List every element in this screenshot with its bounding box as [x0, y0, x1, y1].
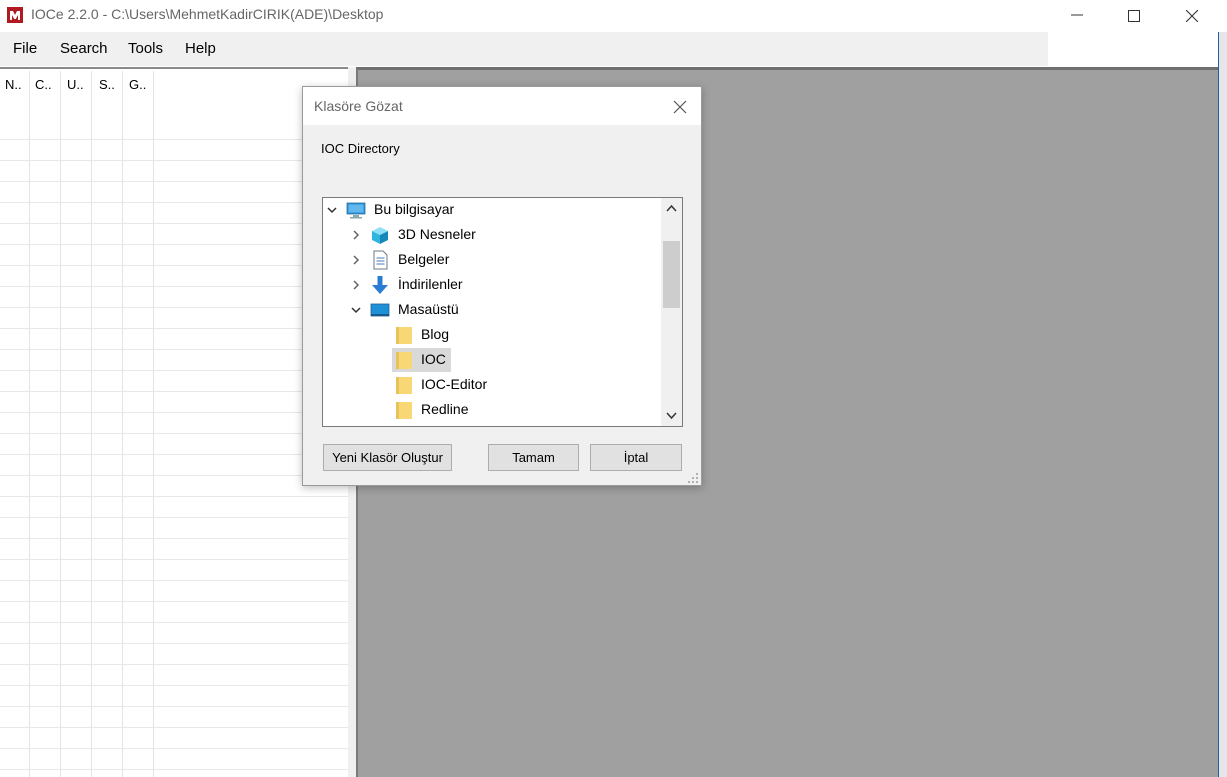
- ioce-logo-icon: [7, 7, 23, 23]
- tree-item-label: İndirilenler: [398, 276, 463, 292]
- chevron-right-icon[interactable]: [350, 229, 362, 241]
- menu-search[interactable]: Search: [60, 40, 108, 57]
- close-icon: [673, 100, 687, 114]
- column-header-s[interactable]: S..: [99, 77, 115, 92]
- column-header-n[interactable]: N..: [5, 77, 22, 92]
- menu-bar: File Search Tools Help: [0, 32, 1048, 66]
- tree-item-desktop[interactable]: Masaüstü: [323, 298, 661, 322]
- tree-scrollbar[interactable]: [661, 198, 682, 426]
- close-button[interactable]: [1163, 0, 1221, 32]
- chevron-right-icon[interactable]: [350, 254, 362, 266]
- minimize-button[interactable]: [1048, 0, 1106, 32]
- 3d-objects-icon: [372, 227, 388, 244]
- tree-item-label: Masaüstü: [398, 301, 459, 317]
- desktop-icon: [370, 303, 390, 317]
- tree-item-label: 3D Nesneler: [398, 226, 476, 242]
- column-header-c[interactable]: C..: [35, 77, 52, 92]
- tree-item-label: Belgeler: [398, 251, 450, 267]
- dialog-title-bar: Klasöre Gözat: [303, 87, 701, 125]
- menu-tools[interactable]: Tools: [128, 40, 163, 57]
- chevron-down-icon[interactable]: [350, 304, 362, 316]
- column-header-g[interactable]: G..: [129, 77, 146, 92]
- tree-item-label: IOC: [421, 351, 446, 367]
- window-edge: [1218, 32, 1227, 777]
- tree-item-label: Blog: [421, 326, 450, 342]
- maximize-button[interactable]: [1105, 0, 1163, 32]
- scroll-down-button[interactable]: [661, 405, 682, 426]
- ioc-list[interactable]: N.. C.. U.. S.. G..: [0, 67, 348, 777]
- menu-help[interactable]: Help: [185, 40, 216, 57]
- folder-icon: [396, 327, 412, 344]
- new-folder-button[interactable]: Yeni Klasör Oluştur: [323, 444, 452, 471]
- maximize-icon: [1128, 10, 1140, 22]
- browse-folder-dialog: Klasöre Gözat IOC Directory Bu bilgisaya…: [302, 86, 702, 486]
- dialog-description: IOC Directory: [321, 141, 400, 156]
- scroll-up-button[interactable]: [661, 198, 682, 219]
- tree-item-downloads[interactable]: İndirilenler: [323, 273, 661, 297]
- folder-tree[interactable]: Bu bilgisayar 3D Nesneler Belgeler İndir…: [322, 197, 683, 427]
- dialog-title: Klasöre Gözat: [314, 98, 403, 114]
- tree-item-ioc-editor[interactable]: IOC-Editor: [323, 373, 661, 397]
- list-rows: [0, 119, 348, 777]
- folder-icon: [396, 402, 412, 419]
- chevron-up-icon: [666, 204, 677, 212]
- close-icon: [1186, 10, 1198, 22]
- cancel-button[interactable]: İptal: [590, 444, 682, 471]
- menu-file[interactable]: File: [13, 40, 37, 57]
- tree-item-label: IOC-Editor: [421, 376, 488, 392]
- tree-item-documents[interactable]: Belgeler: [323, 248, 661, 272]
- chevron-down-icon: [666, 412, 677, 420]
- dialog-close-button[interactable]: [667, 95, 693, 119]
- chevron-down-icon[interactable]: [326, 204, 338, 216]
- folder-icon: [396, 377, 412, 394]
- tree-item-label: Redline: [421, 401, 469, 417]
- scroll-thumb[interactable]: [663, 241, 680, 308]
- folder-icon: [396, 352, 412, 369]
- window-title: IOCe 2.2.0 - C:\Users\MehmetKadirCIRIK(A…: [31, 6, 384, 22]
- tree-item-this-pc[interactable]: Bu bilgisayar: [323, 198, 661, 222]
- minimize-icon: [1071, 14, 1083, 16]
- chevron-right-icon[interactable]: [350, 279, 362, 291]
- resize-grip-icon[interactable]: [687, 472, 699, 484]
- tree-item-blog[interactable]: Blog: [323, 323, 661, 347]
- tree-item-label: Bu bilgisayar: [374, 201, 455, 217]
- title-bar: IOCe 2.2.0 - C:\Users\MehmetKadirCIRIK(A…: [0, 0, 1227, 32]
- menu-bar-filler: [1048, 32, 1218, 66]
- ok-button[interactable]: Tamam: [488, 444, 579, 471]
- documents-icon: [373, 250, 388, 270]
- tree-item-ioc[interactable]: IOC: [323, 348, 661, 372]
- downloads-icon: [372, 276, 388, 294]
- computer-icon: [346, 202, 366, 219]
- column-header-u[interactable]: U..: [67, 77, 84, 92]
- tree-item-3d-objects[interactable]: 3D Nesneler: [323, 223, 661, 247]
- tree-item-redline[interactable]: Redline: [323, 398, 661, 422]
